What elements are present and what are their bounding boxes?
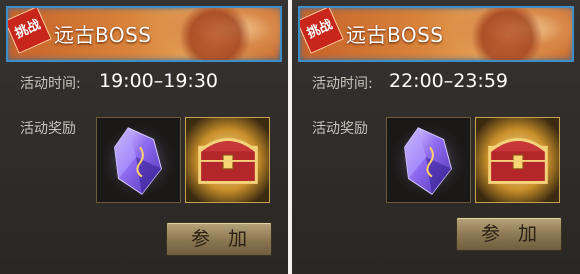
event-card-1: 挑战 远古BOSS 活动时间: 19:00–19:30 活动奖励 参 加 <box>0 0 288 274</box>
join-button-label: 参 加 <box>480 223 544 245</box>
event-title: 远古BOSS <box>346 23 444 47</box>
reward-label: 活动奖励 <box>20 121 76 137</box>
time-value: 19:00–19:30 <box>99 70 219 92</box>
event-banner: 挑战 远古BOSS <box>298 6 574 62</box>
event-card-2: 挑战 远古BOSS 活动时间: 22:00–23:59 活动奖励 参 加 <box>292 0 580 274</box>
challenge-tag: 挑战 <box>300 8 344 54</box>
time-value: 22:00–23:59 <box>389 70 509 92</box>
join-button-label: 参 加 <box>190 228 254 250</box>
treasure-chest-icon <box>476 118 559 202</box>
purple-crystal-icon <box>388 121 468 201</box>
reward-slot-crystal[interactable] <box>386 117 471 203</box>
reward-slot-chest[interactable] <box>185 117 270 203</box>
time-label: 活动时间: <box>312 76 373 92</box>
join-button[interactable]: 参 加 <box>456 217 562 251</box>
event-banner: 挑战 远古BOSS <box>6 6 282 62</box>
purple-crystal-icon <box>98 121 178 201</box>
event-title: 远古BOSS <box>54 23 152 47</box>
time-label: 活动时间: <box>20 76 81 92</box>
reward-slot-chest[interactable] <box>475 117 560 203</box>
treasure-chest-icon <box>186 118 269 202</box>
reward-label: 活动奖励 <box>312 121 368 137</box>
join-button[interactable]: 参 加 <box>166 222 272 256</box>
hero-hair-decoration <box>180 8 250 60</box>
reward-slot-crystal[interactable] <box>96 117 181 203</box>
challenge-tag: 挑战 <box>8 8 52 54</box>
hero-hair-decoration <box>472 8 542 60</box>
